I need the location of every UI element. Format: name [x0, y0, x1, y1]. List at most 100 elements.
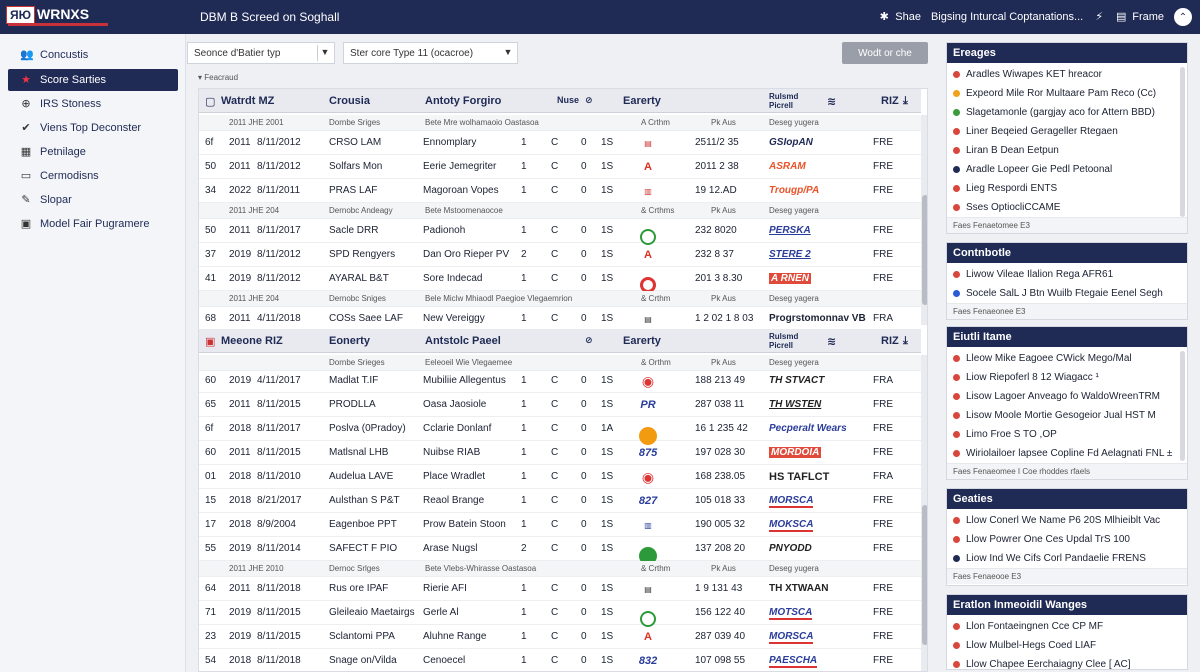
list-item[interactable]: Liner Beqeied Gerageller Rtegaen	[947, 122, 1187, 141]
list-item[interactable]: Aradle Lopeer Gie Pedl Petoonal	[947, 160, 1187, 179]
team-logo-icon: ▥	[644, 186, 652, 196]
col-header[interactable]: Antstolc Paeel	[425, 335, 501, 347]
sidebar: 👥 Concustis ★ Score Sarties ⊕ IRS Stoness ✔…	[0, 34, 186, 672]
download-icon[interactable]: ⤓	[903, 335, 908, 348]
table-row[interactable]: 50 2011 8/11/2017 Sacle DRR Padionoh 1 C 0 1S 23…	[199, 219, 921, 245]
list-item[interactable]: Liran B Dean Eetpun	[947, 141, 1187, 160]
list-item[interactable]: Llon Fontaeingnen Cce CP MF	[947, 617, 1187, 636]
table-row[interactable]: 60 2019 4/11/2017 Madlat T.IF Mubiliie Alleg…	[199, 369, 921, 393]
sort-icon[interactable]: ⊘	[585, 335, 593, 346]
table-row[interactable]: 23 2019 8/11/2015 Sclantomi PPA Aluhne Range…	[199, 625, 921, 649]
list-item[interactable]: Wiriolailoer lapsee Copline Fd Aelagnati…	[947, 444, 1187, 463]
col-header[interactable]: Nuse	[557, 95, 579, 105]
panel-scrollbar[interactable]	[1180, 67, 1185, 217]
panel-footer[interactable]: Faes Fenaeomee I Coe rhoddes rfaels	[947, 463, 1187, 479]
document-icon: ▣	[20, 218, 32, 230]
table-row[interactable]: 01 2018 8/11/2010 Audelua LAVE Place Wradlet…	[199, 465, 921, 489]
col-header[interactable]: RIZ	[881, 335, 899, 347]
table-row[interactable]: 6f 2018 8/11/2017 Poslva (0Pradoy) Cclarie D…	[199, 417, 921, 445]
list-item[interactable]: Limo Froe S TO ,OP	[947, 425, 1187, 444]
col-header[interactable]: Crousia	[329, 95, 370, 107]
sidebar-item-model-fair[interactable]: ▣ Model Fair Pugramere	[8, 213, 178, 235]
sidebar-item-concustis[interactable]: 👥 Concustis	[8, 44, 178, 66]
list-item[interactable]: Slagetamonle (gargjay aco for Attern BBD…	[947, 103, 1187, 122]
table-row[interactable]: 55 2019 8/11/2014 SAFECT F PIO Arase Nugsl 2 C…	[199, 537, 921, 565]
table-scrollbar-top[interactable]	[921, 115, 927, 325]
table-row[interactable]: 54 2018 8/11/2018 Snage on/Vilda Cenoecel 1 C 0…	[199, 649, 921, 671]
pin-icon[interactable]: ⚡	[1093, 11, 1105, 23]
sidebar-item-cermodisns[interactable]: ▭ Cermodisns	[8, 165, 178, 187]
table-scrollbar-bottom[interactable]	[921, 355, 927, 671]
col-header[interactable]: Eonerty	[329, 335, 370, 347]
table-row[interactable]: 17 2018 8/9/2004 Eagenboe PPT Prow Batein St…	[199, 513, 921, 537]
sidebar-item-petnilage[interactable]: ▦ Petnilage	[8, 141, 178, 163]
share-button[interactable]: ✱ Shae	[878, 11, 921, 23]
col-header[interactable]: RIZ	[881, 95, 899, 107]
notice-link[interactable]: Bigsing Inturcal Coptanations...	[931, 11, 1083, 23]
sidebar-item-slopar[interactable]: ✎ Slopar	[8, 189, 178, 211]
list-item[interactable]: Liow Riepoferl 8 12 Wiagacc ¹	[947, 368, 1187, 387]
action-button[interactable]: Wodt or che	[842, 42, 928, 64]
filter-select-store[interactable]: Ster core Type 11 (ocacroe) ▼	[343, 42, 518, 64]
table-subhead: 2011 JHE 204 Dernobc Sniges Bele Miclw Mhi…	[199, 291, 921, 307]
team-logo-icon: A	[644, 161, 652, 173]
col-header[interactable]: Earerty	[623, 335, 661, 347]
download-icon[interactable]: ⤓	[903, 95, 908, 108]
header-flag-icon[interactable]: ▣	[205, 335, 215, 348]
list-item[interactable]: Lleow Mike Eagoee CWick Mego/Mal	[947, 349, 1187, 368]
table-row[interactable]: 65 2011 8/11/2015 PRODLLA Oasa Jaosiole 1 C 0 1S…	[199, 393, 921, 417]
layers-icon[interactable]: ≋	[827, 335, 836, 348]
table-row[interactable]: 15 2018 8/21/2017 Aulsthan S P&T Reaol Brang…	[199, 489, 921, 513]
list-item[interactable]: Lisow Moole Mortie Gesogeior Jual HST M	[947, 406, 1187, 425]
list-item[interactable]: Llow Powrer One Ces Updal TrS 100	[947, 530, 1187, 549]
panel-build: Eiutli Itame Lleow Mike Eagoee CWick Meg…	[946, 326, 1188, 480]
table-row[interactable]: 34 2022 8/11/2011 PRAS LAF Magoroan Vopes 1 C 0…	[199, 179, 921, 203]
list-item[interactable]: Liow Ind We Cifs Corl Pandaelie FRENS	[947, 549, 1187, 568]
panel-scrollbar[interactable]	[1180, 351, 1185, 461]
user-avatar-icon[interactable]: ⌃	[1174, 8, 1192, 26]
team-logo-icon: ▤	[644, 314, 652, 324]
table-row[interactable]: 68 2011 4/11/2018 COSs Saee LAF New Vereiggy…	[199, 307, 921, 331]
table-row[interactable]: 60 2011 8/11/2015 Matlsnal LHB Nuibse RIAB 1 C…	[199, 441, 921, 465]
table-row[interactable]: 64 2011 8/11/2018 Rus ore IPAF Rierie AFI 1 C 0…	[199, 577, 921, 601]
table-row[interactable]: 37 2019 8/11/2012 SPD Rengyers Dan Oro Riepe…	[199, 243, 921, 267]
sort-icon[interactable]: ⊘	[585, 95, 593, 106]
panel-footer[interactable]: Faes Fenaeooe E3	[947, 568, 1187, 584]
col-header[interactable]: Rulsmd Picrell	[769, 332, 819, 350]
bullet-icon	[953, 450, 960, 457]
header-checkbox-icon[interactable]: ▢	[205, 95, 215, 108]
panel-engages: Ereages Aradles Wiwapes KET hreacor Expe…	[946, 42, 1188, 234]
col-header[interactable]: Watrdt MZ	[221, 95, 274, 107]
team-logo-icon: 875	[638, 447, 658, 459]
list-item[interactable]: Aradles Wiwapes KET hreacor	[947, 65, 1187, 84]
table-row[interactable]: 71 2019 8/11/2015 Gleileaio Maetairgs Gerle …	[199, 601, 921, 627]
list-item[interactable]: Llow Conerl We Name P6 20S Mlhieiblt Vac	[947, 511, 1187, 530]
col-header[interactable]: Earerty	[623, 95, 661, 107]
sidebar-item-viens-top[interactable]: ✔ Viens Top Deconster	[8, 117, 178, 139]
list-item[interactable]: Liwow Vileae Ilalion Rega AFR61	[947, 265, 1187, 284]
brand-logo[interactable]: ЯЮ WRNXS	[6, 6, 116, 28]
frame-button[interactable]: ▤ Frame	[1115, 11, 1164, 23]
panel-footer[interactable]: Faes Fenaeonee E3	[947, 303, 1187, 319]
panel-footer[interactable]: Faes Fenaetomee E3	[947, 217, 1187, 233]
table-row[interactable]: 41 2019 8/11/2012 AYARAL B&T Sore Indecad 1 C 0…	[199, 267, 921, 293]
col-header[interactable]: Meeone RIZ	[221, 335, 283, 347]
list-item[interactable]: Sses OptiocliCCAME	[947, 198, 1187, 217]
col-header[interactable]: Antoty Forgiro	[425, 95, 501, 107]
sidebar-item-score-sarties[interactable]: ★ Score Sarties	[8, 69, 178, 91]
list-item[interactable]: Llow Mulbel-Hegs Coed LIAF	[947, 636, 1187, 655]
list-item[interactable]: Lisow Lagoer Anveago fo WaldoWreenTRM	[947, 387, 1187, 406]
list-item[interactable]: Socele SalL J Btn Wuilb Ftegaie Eenel Se…	[947, 284, 1187, 303]
team-logo-icon	[639, 605, 657, 627]
sidebar-item-irs-stoness[interactable]: ⊕ IRS Stoness	[8, 93, 178, 115]
col-header[interactable]: Rulsmd Picrell	[769, 92, 819, 110]
bullet-icon	[953, 431, 960, 438]
list-item[interactable]: Llow Chapee Eerchaiagny Clee [ AC]	[947, 655, 1187, 672]
table-row[interactable]: 50 2011 8/11/2012 Solfars Mon Eerie Jemegrit…	[199, 155, 921, 179]
list-item[interactable]: Lieg Respordi ENTS	[947, 179, 1187, 198]
table-row[interactable]: 6f 2011 8/11/2012 CRSO LAM Ennomplary 1 C 0 1S ▤…	[199, 131, 921, 155]
filter-select-type[interactable]: Seonce d'Batier typ ▼	[187, 42, 335, 64]
section-note: ▾ Feacraud	[198, 73, 239, 82]
layers-icon[interactable]: ≋	[827, 95, 836, 108]
list-item[interactable]: Expeord Mile Ror Multaare Pam Reco (Cc)	[947, 84, 1187, 103]
